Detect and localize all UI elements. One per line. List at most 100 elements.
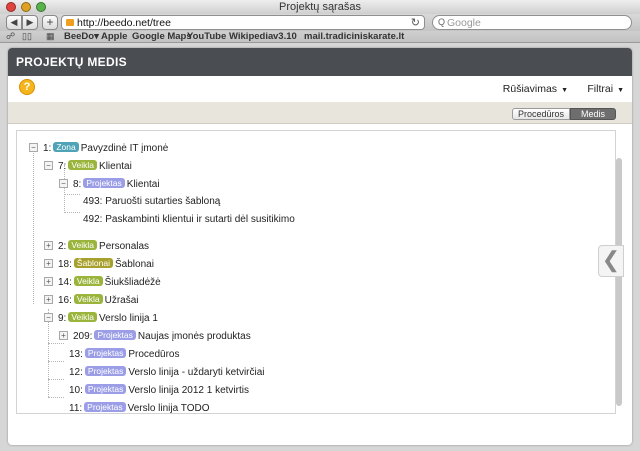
bookmark-item[interactable]: YouTube [187,31,226,42]
vertical-scrollbar[interactable] [616,158,622,406]
tree-node[interactable]: 8: Projektas Klientai [73,178,160,190]
node-id: 18: [58,259,72,270]
node-label[interactable]: Klientai [99,161,132,172]
address-bar[interactable]: http://beedo.net/tree ↻ [61,15,425,30]
expand-node-button[interactable]: + [44,241,53,250]
help-icon[interactable]: ? [19,79,35,95]
tree-node[interactable]: 12: Projektas Verslo linija - uždaryti ket… [69,366,265,378]
bookmarks-book-icon[interactable]: ▯▯ [22,31,32,42]
bookmark-item[interactable]: Apple [101,31,127,42]
collapse-node-button[interactable]: − [29,143,38,152]
tree-node[interactable]: 18: Šablonai Šablonai [58,258,154,270]
node-label[interactable]: Klientai [127,179,160,190]
node-label[interactable]: Verslo linija TODO [128,403,210,414]
node-type-badge: Projektas [83,178,125,188]
chevron-down-icon: ▼ [617,87,624,94]
tree-node[interactable]: 9: Veikla Verslo linija 1 [58,312,158,324]
node-type-badge: Veikla [73,294,103,304]
search-bar[interactable]: Q Google [432,15,632,30]
collapse-node-button[interactable]: − [44,313,53,322]
node-label[interactable]: Verslo linija - uždaryti ketvirčiai [128,367,264,378]
app-container: PROJEKTŲ MEDIS ? Rūšiavimas ▼ Filtrai ▼ Pr… [8,48,632,445]
node-id: 2: [58,241,67,252]
tree-node[interactable]: 209: Projektas Naujas įmonės produktas [73,330,251,342]
node-type-badge: Veikla [73,276,103,286]
filter-menu-label: Filtrai [587,83,614,95]
node-id: 13: [69,349,83,360]
back-button[interactable]: ◀ [6,15,22,30]
forward-button[interactable]: ▶ [22,15,38,30]
address-text[interactable]: http://beedo.net/tree [77,17,171,29]
tree-node[interactable]: 2: Veikla Personalas [58,240,149,252]
node-id: 16: [58,295,72,306]
tree-node[interactable]: 1: Zona Pavyzdinė IT įmonė [43,142,168,154]
collapse-node-button[interactable]: − [59,179,68,188]
window-titlebar: Projektų sąrašas [0,0,640,14]
expand-node-button[interactable]: + [44,277,53,286]
node-type-badge: Projektas [84,384,127,394]
tree-node[interactable]: 7: Veikla Klientai [58,160,132,172]
expand-node-button[interactable]: + [44,259,53,268]
node-id: 12: [69,367,83,378]
project-tree: −1: Zona Pavyzdinė IT įmonė −7: Veikla Klient… [16,130,616,414]
node-label[interactable]: Personalas [99,241,149,252]
node-label[interactable]: Procedūros [128,349,179,360]
node-type-badge: Veikla [68,240,98,250]
node-type-badge: Projektas [84,402,126,412]
node-label[interactable]: Naujas įmonės produktas [138,331,251,342]
grid-icon[interactable]: ▦ [46,31,55,42]
node-id: 209: [73,331,93,342]
bookmark-item[interactable]: Wikipedia [229,31,273,42]
node-label[interactable]: Šablonai [115,259,154,270]
add-bookmark-button[interactable]: + [42,15,58,30]
reading-list-icon[interactable]: ☍ [6,31,15,42]
node-id: 1: [43,143,52,154]
node-label[interactable]: Verslo linija 2012 1 ketvirtis [128,385,249,396]
node-id: 7: [58,161,67,172]
filter-menu[interactable]: Filtrai ▼ [587,83,624,95]
sort-menu[interactable]: Rūšiavimas ▼ [503,83,568,95]
tree-node[interactable]: 493: Paruošti sutarties šabloną [83,196,220,208]
node-label[interactable]: Pavyzdinė IT įmonė [81,143,169,154]
node-id: 11: [69,403,83,414]
tree-node[interactable]: 10: Projektas Verslo linija 2012 1 ketvirt… [69,384,249,396]
node-id: 492: [83,214,103,225]
window-title: Projektų sąrašas [279,1,361,13]
node-label[interactable]: Verslo linija 1 [99,313,158,324]
node-label[interactable]: Užrašai [105,295,139,306]
expand-node-button[interactable]: + [59,331,68,340]
node-label[interactable]: Šiukšliadėžė [105,277,161,288]
search-icon: Q [438,17,446,27]
bookmark-item[interactable]: v3.10 [273,31,297,42]
sort-menu-label: Rūšiavimas [502,83,558,95]
page-title: PROJEKTŲ MEDIS [8,48,632,76]
expand-node-button[interactable]: + [44,295,53,304]
tree-node[interactable]: 16: Veikla Užrašai [58,294,139,306]
node-id: 493: [83,196,103,207]
bookmark-item[interactable]: Google Maps [132,31,192,42]
node-id: 9: [58,313,67,324]
node-type-badge: Projektas [94,330,136,340]
tree-node[interactable]: 492: Paskambinti klientui ir sutarti dėl… [83,214,295,226]
tree-node[interactable]: 13: Projektas Procedūros [69,348,179,360]
node-type-badge: Zona [53,142,79,152]
bookmark-item[interactable]: mail.tradiciniskarate.lt [304,31,404,42]
collapse-node-button[interactable]: − [44,161,53,170]
node-type-badge: Veikla [68,312,98,322]
node-label[interactable]: Paskambinti klientui ir sutarti dėl susi… [105,214,295,225]
bookmarks-bar: ☍ ▯▯ ▦ BeeDo▾ Apple Google Maps YouTube … [0,31,640,43]
tree-node[interactable]: 11: Projektas Verslo linija TODO [69,402,210,414]
tree-node[interactable]: 14: Veikla Šiukšliadėžė [58,276,161,288]
procedures-view-button[interactable]: Procedūros [512,108,570,120]
node-id: 10: [69,385,83,396]
reload-icon[interactable]: ↻ [411,16,420,29]
node-id: 14: [58,277,72,288]
node-type-badge: Projektas [84,366,127,376]
search-placeholder[interactable]: Google [447,17,481,29]
tree-view-button[interactable]: Medis [570,108,616,120]
collapse-side-panel-button[interactable]: ❮ [598,245,624,277]
node-label[interactable]: Paruošti sutarties šabloną [105,196,220,207]
node-type-badge: Veikla [68,160,98,170]
browser-toolbar: ◀ ▶ + http://beedo.net/tree ↻ Q Google [0,14,640,31]
bookmark-item[interactable]: BeeDo▾ [64,31,99,42]
